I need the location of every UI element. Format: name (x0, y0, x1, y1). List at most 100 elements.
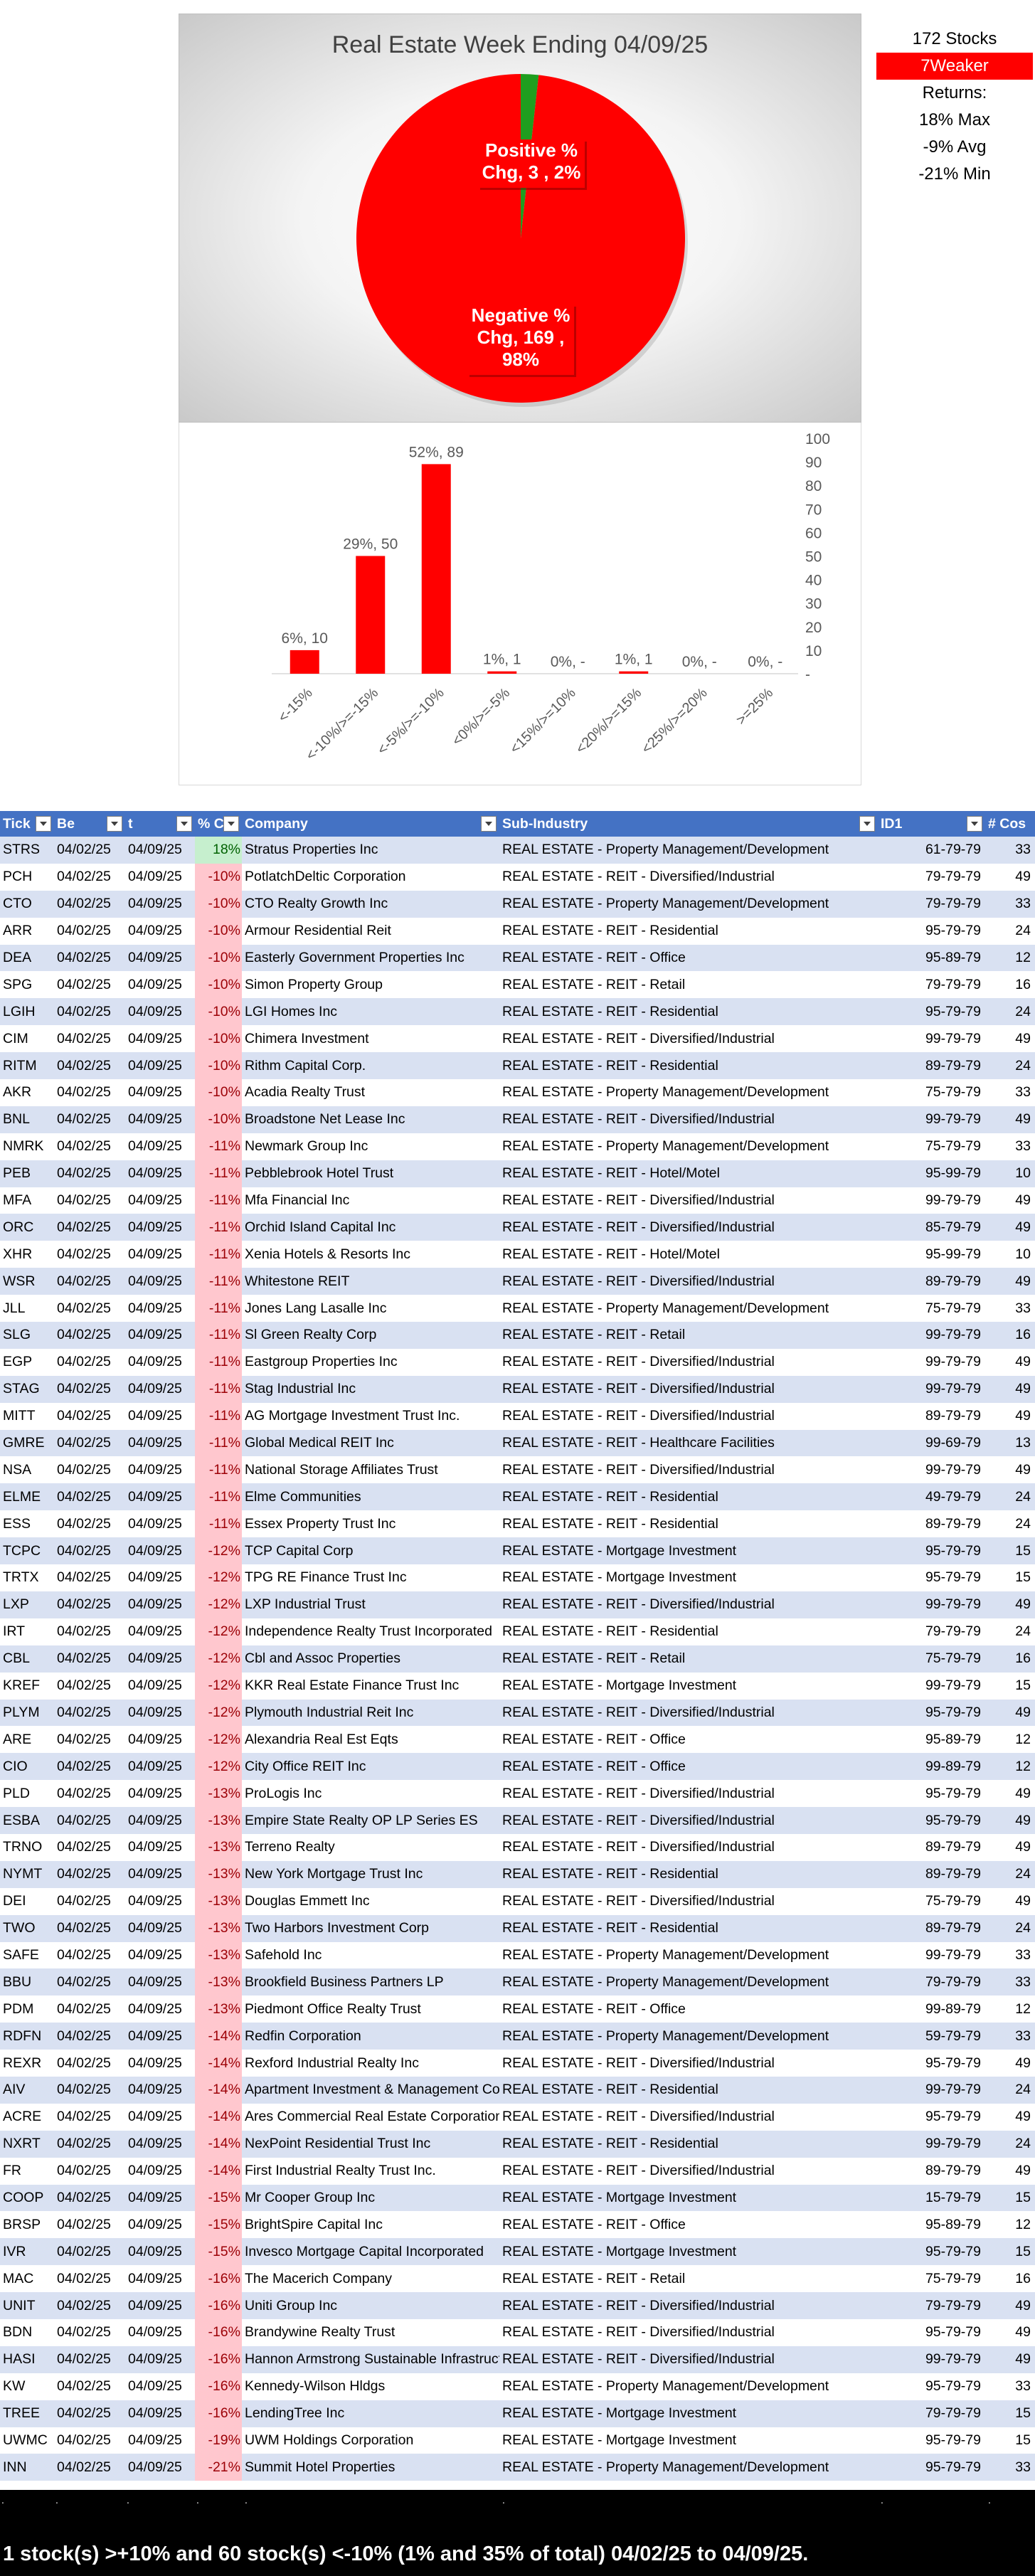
footer-dot-row: ........ (0, 2494, 1035, 2508)
ticker-cell: BRSP (0, 2211, 54, 2239)
company-cell: Mfa Financial Inc (242, 1187, 499, 1214)
table-row: BDN 04/02/25 04/09/25 -16% Brandywine Realty… (0, 2318, 1035, 2346)
table-row: WSR 04/02/25 04/09/25 -11% Whitestone REIT RE… (0, 1268, 1035, 1295)
sub-industry-cell: REAL ESTATE - REIT - Diversified/Industr… (499, 1375, 878, 1403)
end-date-cell: 04/09/25 (125, 1537, 195, 1565)
pct-change-cell: -16% (195, 2400, 242, 2427)
pct-change-cell: -11% (195, 1429, 242, 1457)
count-cell: 10 (985, 1241, 1035, 1268)
begin-date-cell: 04/02/25 (54, 2184, 125, 2212)
table-row: HASI 04/02/25 04/09/25 -16% Hannon Armstrong… (0, 2346, 1035, 2373)
column-header-label: Company (245, 815, 308, 832)
ticker-cell: CTO (0, 890, 54, 918)
id1-cell: 95-79-79 (878, 1807, 985, 1834)
column-header: Tick (0, 811, 54, 837)
end-date-cell: 04/09/25 (125, 1699, 195, 1727)
end-date-cell: 04/09/25 (125, 944, 195, 972)
pct-change-cell: -11% (195, 1295, 242, 1323)
sub-industry-cell: REAL ESTATE - Mortgage Investment (499, 2427, 878, 2454)
ticker-cell: AIV (0, 2076, 54, 2104)
table-row: ACRE 04/02/25 04/09/25 -14% Ares Commercial … (0, 2103, 1035, 2131)
table-row: NYMT 04/02/25 04/09/25 -13% New York Mortgag… (0, 1860, 1035, 1888)
company-cell: Stratus Properties Inc (242, 837, 499, 864)
filter-dropdown-icon[interactable] (967, 816, 982, 832)
begin-date-cell: 04/02/25 (54, 1807, 125, 1834)
company-cell: CTO Realty Growth Inc (242, 890, 499, 918)
ticker-cell: STRS (0, 837, 54, 864)
sub-industry-cell: REAL ESTATE - Property Management/Develo… (499, 1968, 878, 1996)
table-row: NMRK 04/02/25 04/09/25 -11% Newmark Group In… (0, 1133, 1035, 1160)
pct-change-cell: -14% (195, 2103, 242, 2131)
filter-dropdown-icon[interactable] (859, 816, 875, 832)
pct-change-cell: -10% (195, 917, 242, 945)
company-cell: LXP Industrial Trust (242, 1591, 499, 1618)
pct-change-cell: -11% (195, 1268, 242, 1295)
begin-date-cell: 04/02/25 (54, 1483, 125, 1511)
end-date-cell: 04/09/25 (125, 1079, 195, 1106)
table-body: STRS 04/02/25 04/09/25 18% Stratus Propertie… (0, 837, 1035, 2481)
count-cell: 15 (985, 2238, 1035, 2266)
ticker-cell: NXRT (0, 2130, 54, 2158)
id1-cell: 95-79-79 (878, 2373, 985, 2400)
filter-dropdown-icon[interactable] (481, 816, 497, 832)
table-row: CTO 04/02/25 04/09/25 -10% CTO Realty Growth… (0, 890, 1035, 918)
id1-cell: 75-79-79 (878, 1295, 985, 1323)
sub-industry-cell: REAL ESTATE - REIT - Diversified/Industr… (499, 2157, 878, 2185)
count-cell: 49 (985, 2050, 1035, 2077)
ticker-cell: RDFN (0, 2023, 54, 2050)
pct-change-cell: -14% (195, 2157, 242, 2185)
end-date-cell: 04/09/25 (125, 2427, 195, 2454)
company-cell: KKR Real Estate Finance Trust Inc (242, 1672, 499, 1700)
count-cell: 49 (985, 1025, 1035, 1053)
pct-change-cell: -12% (195, 1699, 242, 1727)
count-cell: 49 (985, 1699, 1035, 1727)
count-cell: 16 (985, 971, 1035, 999)
id1-cell: 99-79-79 (878, 2076, 985, 2104)
table-row: ELME 04/02/25 04/09/25 -11% Elme Communities… (0, 1483, 1035, 1511)
ticker-cell: NSA (0, 1456, 54, 1484)
id1-cell: 75-79-79 (878, 1079, 985, 1106)
pct-change-cell: -12% (195, 1672, 242, 1700)
id1-cell: 95-79-79 (878, 917, 985, 945)
end-date-cell: 04/09/25 (125, 1510, 195, 1538)
sub-industry-cell: REAL ESTATE - REIT - Healthcare Faciliti… (499, 1429, 878, 1457)
begin-date-cell: 04/02/25 (54, 2103, 125, 2131)
company-cell: First Industrial Realty Trust Inc. (242, 2157, 499, 2185)
pct-change-cell: -11% (195, 1456, 242, 1484)
ticker-cell: ESS (0, 1510, 54, 1538)
ticker-cell: BDN (0, 2318, 54, 2346)
filter-dropdown-icon[interactable] (223, 816, 239, 832)
sub-industry-cell: REAL ESTATE - REIT - Office (499, 944, 878, 972)
sub-industry-cell: REAL ESTATE - REIT - Diversified/Industr… (499, 2318, 878, 2346)
table-row: INN 04/02/25 04/09/25 -21% Summit Hotel Prop… (0, 2454, 1035, 2481)
end-date-cell: 04/09/25 (125, 1618, 195, 1645)
begin-date-cell: 04/02/25 (54, 1726, 125, 1754)
id1-cell: 75-79-79 (878, 1133, 985, 1160)
ticker-cell: TWO (0, 1914, 54, 1942)
sub-industry-cell: REAL ESTATE - REIT - Diversified/Industr… (499, 1348, 878, 1376)
begin-date-cell: 04/02/25 (54, 971, 125, 999)
ticker-cell: MFA (0, 1187, 54, 1214)
pct-change-cell: -12% (195, 1537, 242, 1565)
ticker-cell: NMRK (0, 1133, 54, 1160)
ticker-cell: SPG (0, 971, 54, 999)
table-row: GMRE 04/02/25 04/09/25 -11% Global Medical R… (0, 1429, 1035, 1457)
end-date-cell: 04/09/25 (125, 2318, 195, 2346)
id1-cell: 79-79-79 (878, 2292, 985, 2319)
count-cell: 24 (985, 1510, 1035, 1538)
count-cell: 12 (985, 1726, 1035, 1754)
sub-industry-cell: REAL ESTATE - REIT - Retail (499, 971, 878, 999)
begin-date-cell: 04/02/25 (54, 1052, 125, 1080)
filter-dropdown-icon[interactable] (36, 816, 51, 832)
company-cell: Rithm Capital Corp. (242, 1052, 499, 1080)
count-cell: 33 (985, 2023, 1035, 2050)
begin-date-cell: 04/02/25 (54, 2157, 125, 2185)
y-tick-label: 30 (805, 596, 822, 613)
filter-dropdown-icon[interactable] (176, 816, 192, 832)
sub-industry-cell: REAL ESTATE - REIT - Diversified/Industr… (499, 1187, 878, 1214)
company-cell: Stag Industrial Inc (242, 1375, 499, 1403)
filter-dropdown-icon[interactable] (107, 816, 122, 832)
pct-change-cell: -14% (195, 2023, 242, 2050)
pie-label-text: Chg, 3 , 2% (482, 161, 581, 183)
pct-change-cell: -15% (195, 2211, 242, 2239)
